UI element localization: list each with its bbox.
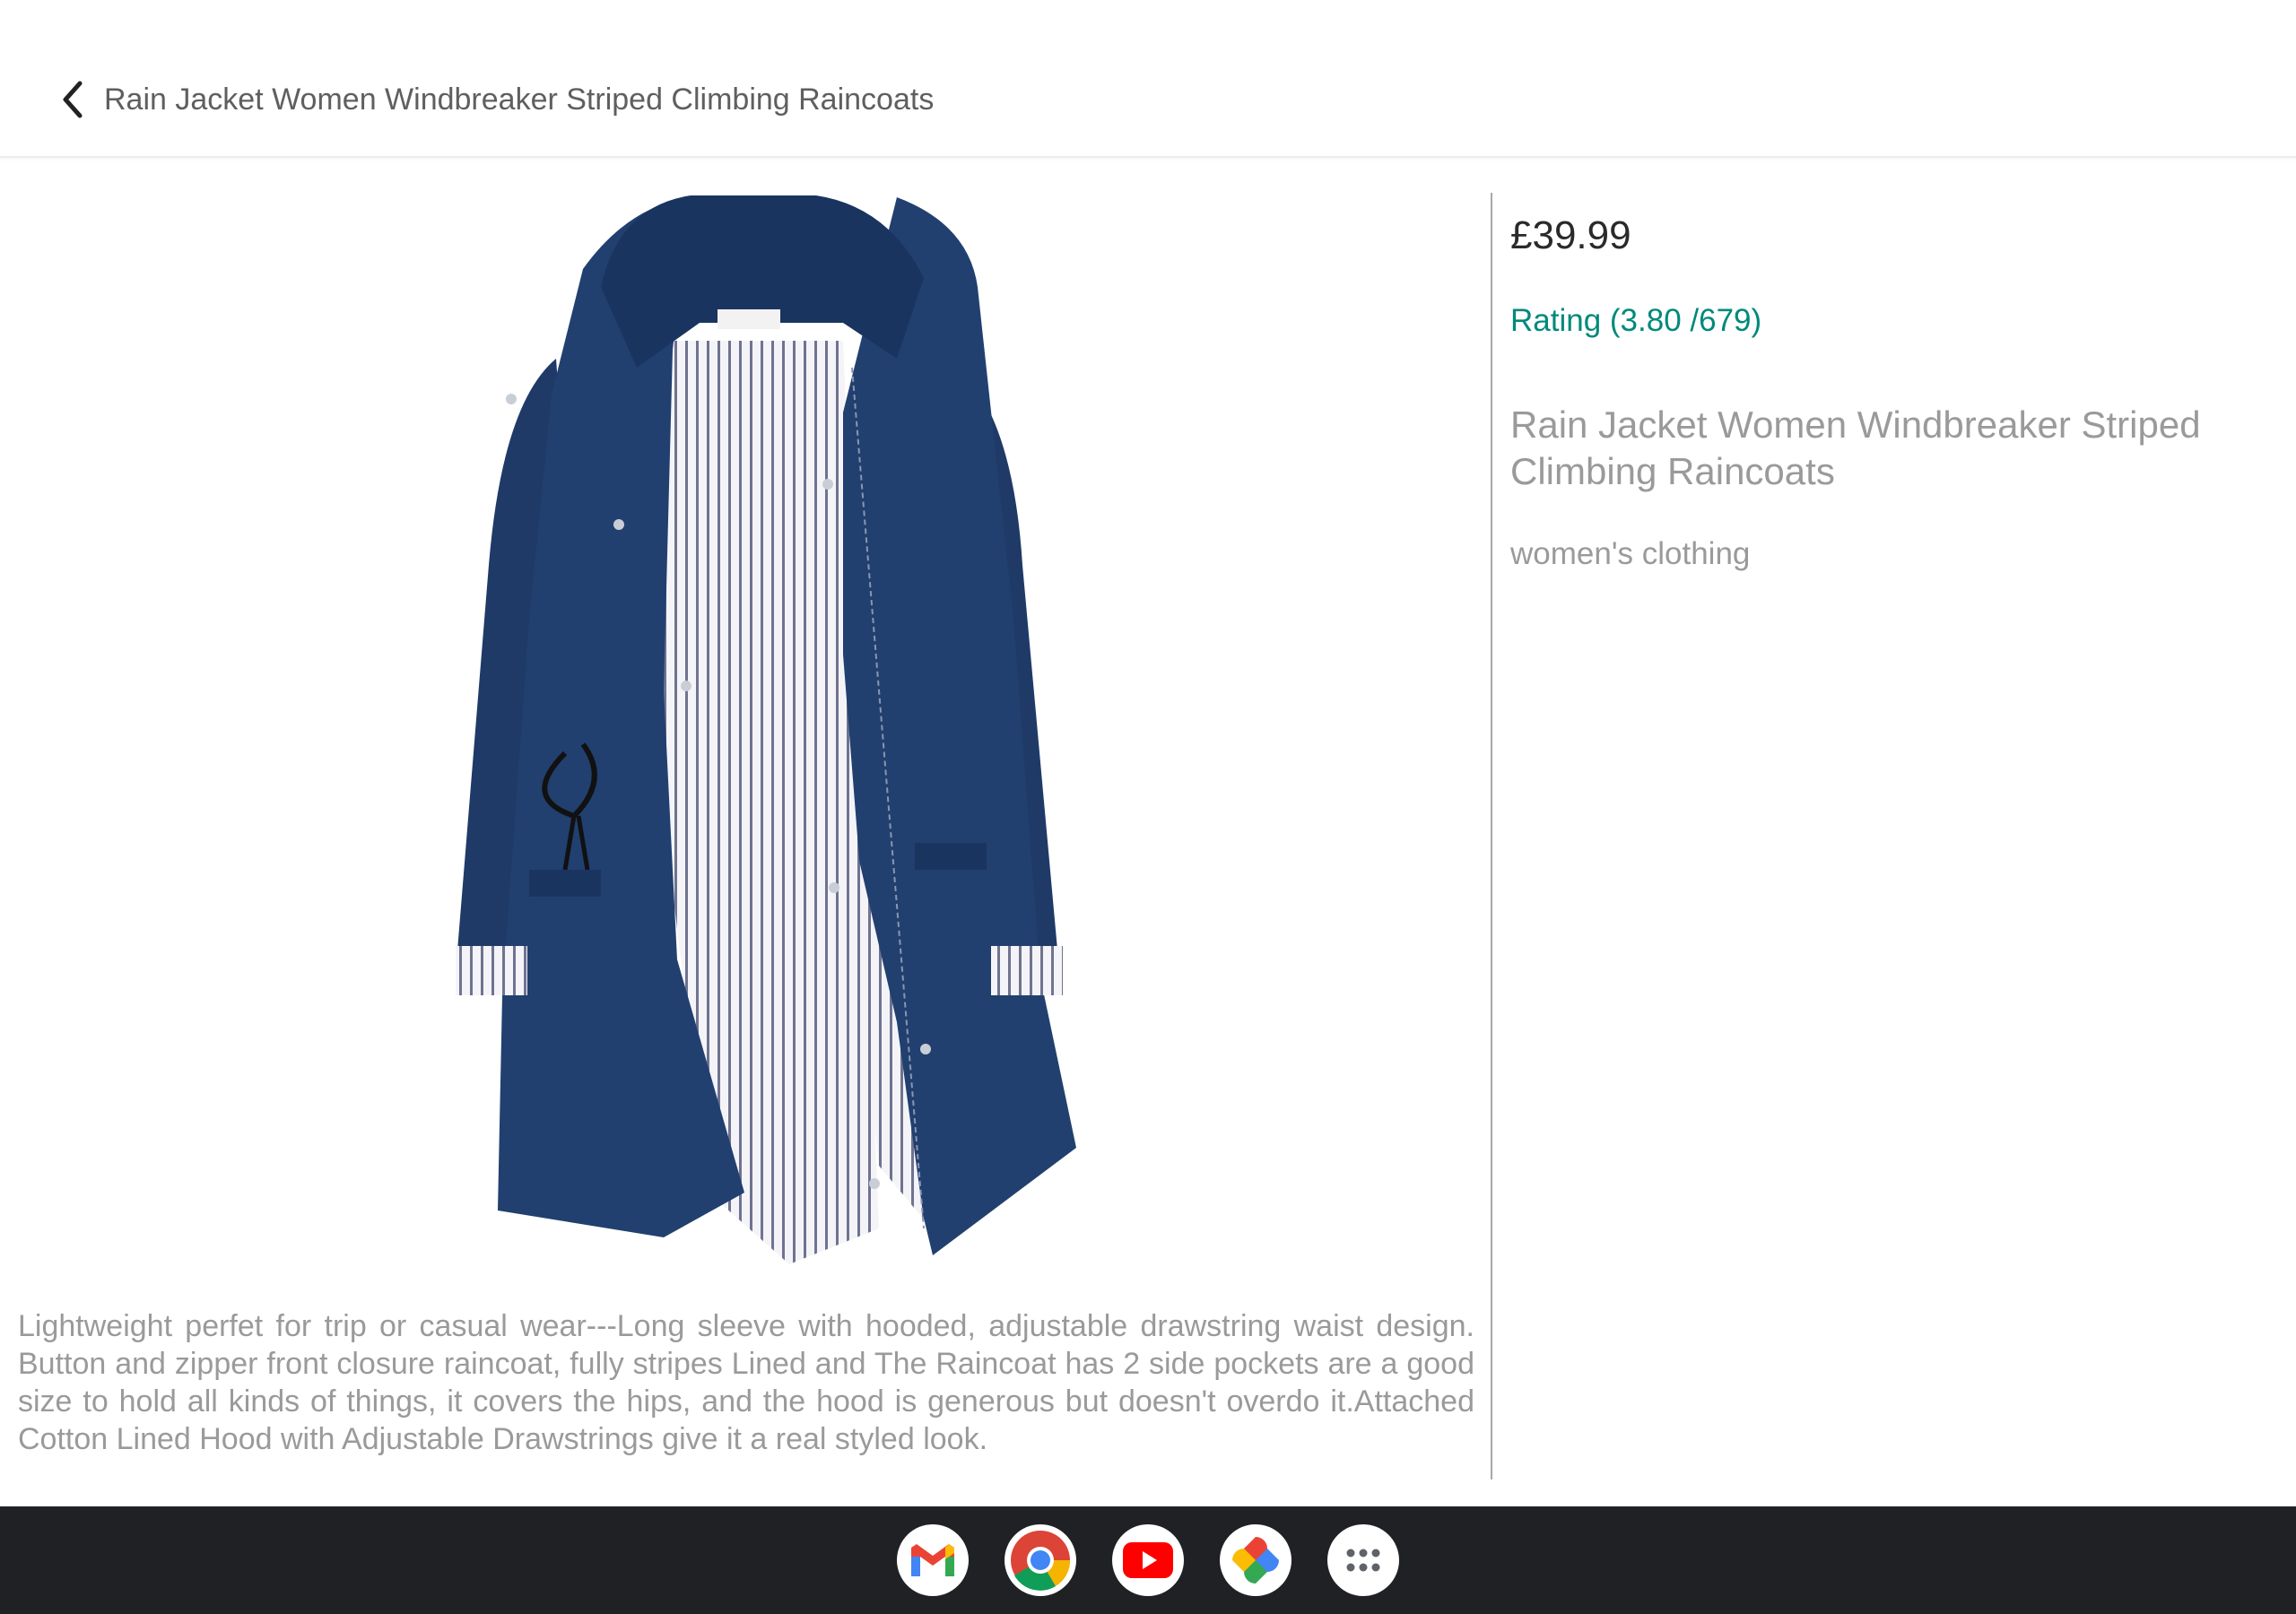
product-description: Lightweight perfet for trip or casual we… — [18, 1309, 1474, 1456]
youtube-icon — [1123, 1542, 1173, 1578]
system-shelf — [0, 1506, 2296, 1614]
apps-grid-icon — [1346, 1549, 1380, 1572]
gmail-app[interactable] — [897, 1524, 969, 1596]
youtube-app[interactable] — [1112, 1524, 1184, 1596]
rain-jacket-illustration — [456, 195, 1076, 1264]
product-image — [395, 188, 1094, 1291]
product-category: women's clothing — [1510, 536, 1751, 571]
chrome-app[interactable] — [1004, 1524, 1076, 1596]
product-price: £39.99 — [1510, 213, 1631, 257]
vertical-divider — [1491, 193, 1492, 1480]
product-title: Rain Jacket Women Windbreaker Striped Cl… — [1510, 404, 2201, 492]
gmail-icon — [911, 1544, 954, 1576]
back-button[interactable] — [47, 70, 97, 129]
photos-app[interactable] — [1220, 1524, 1292, 1596]
product-rating: Rating (3.80 /679) — [1510, 303, 1762, 338]
photos-icon — [1232, 1537, 1279, 1584]
chrome-icon — [1011, 1531, 1071, 1591]
chevron-left-icon — [63, 81, 83, 118]
app-bar: Rain Jacket Women Windbreaker Striped Cl… — [0, 0, 2296, 158]
page-title: Rain Jacket Women Windbreaker Striped Cl… — [104, 82, 935, 117]
launcher-app[interactable] — [1327, 1524, 1399, 1596]
